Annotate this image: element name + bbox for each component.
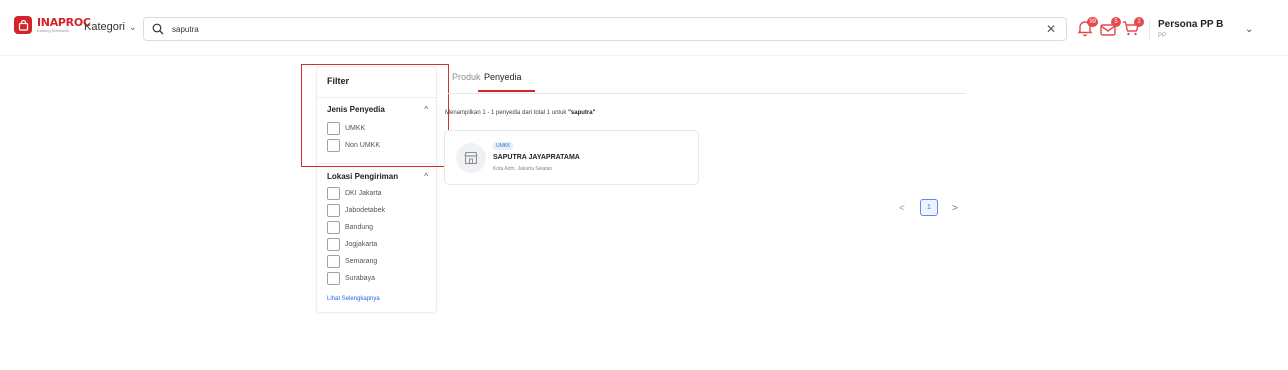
chevron-down-icon: ⌄ (128, 21, 137, 32)
logo-title: INAPROC (37, 16, 91, 29)
user-name: Persona PP B (1158, 19, 1224, 30)
pagination-page-current[interactable]: 1 (920, 199, 938, 216)
cart-badge: 2 (1134, 17, 1144, 27)
section-title-lokasi-pengiriman: Lokasi Pengiriman (327, 172, 399, 181)
checkbox-box[interactable] (327, 238, 340, 251)
checkbox-label: Jogjakarta (345, 241, 378, 248)
filter-title: Filter (327, 76, 350, 86)
checkbox-dki-jakarta[interactable]: DKI Jakarta (327, 187, 382, 200)
user-role: PP (1158, 33, 1167, 39)
chevron-up-icon[interactable]: ^ (424, 105, 428, 114)
checkbox-box[interactable] (327, 221, 340, 234)
mail-button[interactable]: 5 (1099, 17, 1121, 39)
kategori-label: Kategori (84, 21, 125, 33)
checkbox-jabodetabek[interactable]: Jabodetabek (327, 204, 385, 217)
checkbox-label: Bandung (345, 224, 374, 231)
inaproc-logo[interactable]: INAPROC Katalog Elektronik (14, 16, 91, 34)
checkbox-label: UMKK (345, 125, 366, 132)
logo-bag-icon (14, 16, 32, 34)
kategori-dropdown[interactable]: Kategori ⌄ (84, 21, 137, 33)
search-icon (152, 22, 166, 36)
tab-produk[interactable]: Produk (452, 72, 481, 82)
checkbox-semarang[interactable]: Semarang (327, 255, 377, 268)
tab-penyedia[interactable]: Penyedia (484, 72, 522, 82)
notification-bell-button[interactable]: 99 (1076, 17, 1098, 39)
checkbox-jogjakarta[interactable]: Jogjakarta (327, 238, 377, 251)
section-title-jenis-penyedia: Jenis Penyedia (327, 105, 385, 114)
checkbox-umkk[interactable]: UMKK (327, 122, 365, 135)
divider (317, 97, 436, 98)
cart-button[interactable]: 2 (1122, 17, 1144, 39)
store-icon (456, 143, 486, 173)
result-summary-query: "saputra" (568, 110, 596, 116)
checkbox-box[interactable] (327, 139, 340, 152)
chevron-up-icon[interactable]: ^ (424, 172, 428, 181)
user-menu[interactable]: Persona PP B PP (1158, 19, 1223, 39)
checkbox-label: Semarang (345, 258, 378, 265)
vendor-location: Kota Adm. Jakarta Selatan (493, 166, 553, 172)
pagination-next-icon[interactable]: > (952, 203, 958, 214)
checkbox-surabaya[interactable]: Surabaya (327, 272, 375, 285)
active-tab-indicator (478, 90, 535, 92)
checkbox-bandung[interactable]: Bandung (327, 221, 373, 234)
checkbox-label: DKI Jakarta (345, 190, 382, 197)
search-input[interactable] (172, 24, 1032, 34)
header-divider (1149, 19, 1150, 41)
checkbox-box[interactable] (327, 255, 340, 268)
search-bar[interactable]: ✕ (143, 17, 1067, 41)
divider (317, 163, 436, 164)
checkbox-box[interactable] (327, 272, 340, 285)
vendor-type-badge: UMKK (493, 142, 514, 150)
filter-panel: Filter Jenis Penyedia ^ UMKK Non UMKK Lo… (316, 66, 437, 313)
checkbox-box[interactable] (327, 122, 340, 135)
bell-badge: 99 (1087, 17, 1098, 27)
see-more-link[interactable]: Lihat Selengkapnya (327, 296, 380, 302)
chevron-down-icon[interactable]: ⌄ (1245, 24, 1253, 35)
top-header: INAPROC Katalog Elektronik Kategori ⌄ ✕ … (0, 0, 1288, 56)
logo-text-block: INAPROC Katalog Elektronik (37, 17, 91, 33)
result-tabs: Produk Penyedia (448, 64, 966, 94)
checkbox-non-umkk[interactable]: Non UMKK (327, 139, 380, 152)
checkbox-box[interactable] (327, 187, 340, 200)
logo-subtitle: Katalog Elektronik (37, 28, 70, 33)
mail-badge: 5 (1111, 17, 1121, 27)
pagination-prev-icon[interactable]: < (899, 203, 905, 214)
checkbox-label: Surabaya (345, 275, 375, 282)
vendor-name: SAPUTRA JAYAPRATAMA (493, 154, 580, 161)
result-summary: Menampilkan 1 - 1 penyedia dari total 1 … (445, 110, 595, 116)
vendor-card[interactable]: UMKK SAPUTRA JAYAPRATAMA Kota Adm. Jakar… (444, 130, 699, 185)
checkbox-box[interactable] (327, 204, 340, 217)
result-summary-prefix: Menampilkan 1 - 1 penyedia dari total 1 … (445, 110, 569, 116)
clear-search-icon[interactable]: ✕ (1046, 22, 1056, 36)
checkbox-label: Jabodetabek (345, 207, 386, 214)
checkbox-label: Non UMKK (345, 142, 381, 149)
